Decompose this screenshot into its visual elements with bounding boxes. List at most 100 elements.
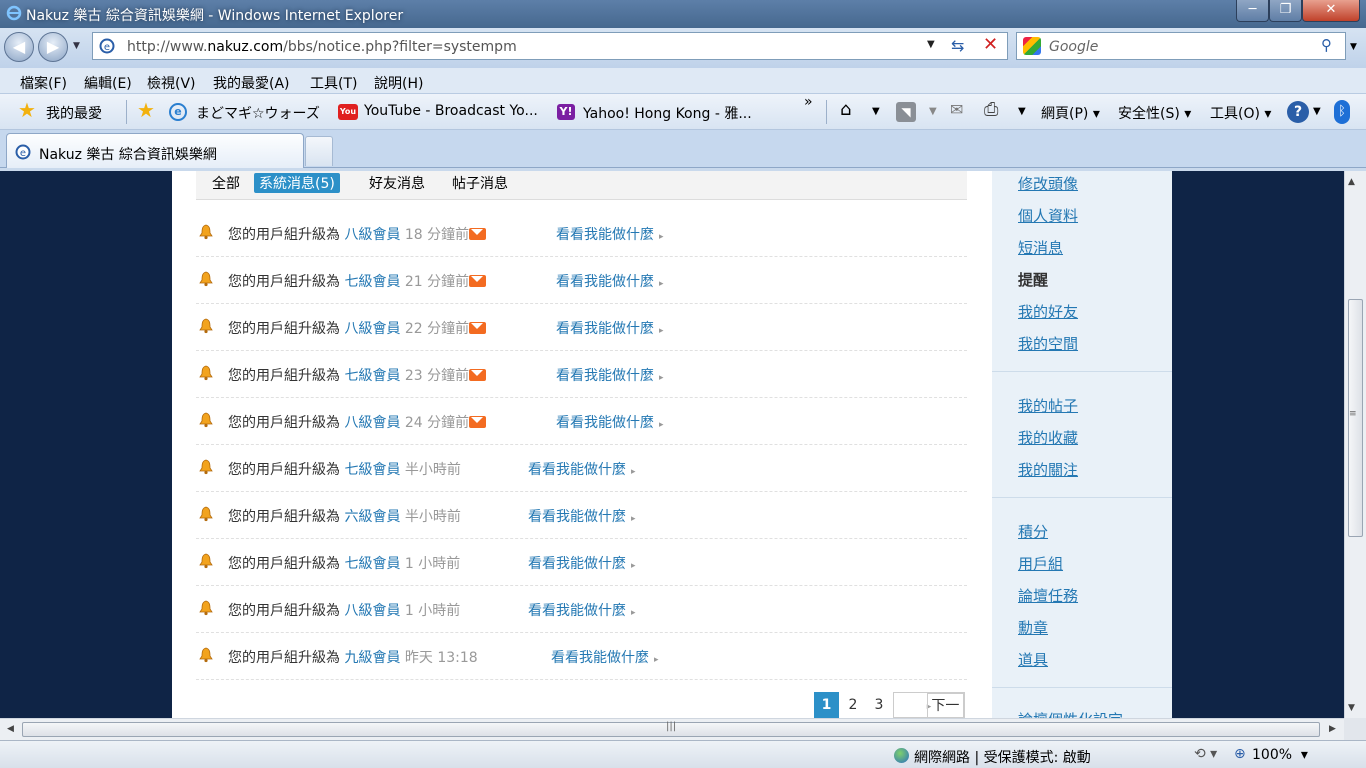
sidebar-link-reminders[interactable]: 提醒 [1018,269,1048,290]
sidebar-link-my-posts[interactable]: 我的帖子 [1018,395,1078,416]
user-group-link[interactable]: 七級會員 [344,274,400,290]
search-box[interactable]: Google ⚲ [1016,32,1346,60]
scroll-right-icon[interactable]: ▶ [1329,724,1336,734]
user-group-link[interactable]: 七級會員 [344,462,400,478]
print-dropdown-icon[interactable]: ▼ [1018,106,1026,117]
feed-dropdown-icon[interactable]: ▼ [929,106,937,117]
menu-favorites[interactable]: 我的最愛(A) [213,73,290,93]
arrow-right-icon: ▸ [659,420,664,430]
menu-view[interactable]: 檢視(V) [147,73,196,93]
address-url[interactable]: http://www.nakuz.com/bbs/notice.php?filt… [127,39,517,55]
home-dropdown-icon[interactable]: ▼ [872,106,880,117]
sidebar-link-personalize[interactable]: 論壇個性化設定 [1018,709,1123,718]
browser-tab-active[interactable]: e Nakuz 樂古 綜合資訊娛樂網 [6,133,304,168]
next-page-link[interactable]: 下一頁 ▸ [893,692,965,718]
tools-menu[interactable]: 工具(O) ▾ [1210,103,1271,123]
stop-icon[interactable]: ✕ [983,34,998,55]
sidebar-link-user-group[interactable]: 用戶組 [1018,553,1063,574]
page-link-1[interactable]: 1 [814,692,839,718]
add-favorite-icon[interactable]: ★ [137,98,155,122]
menu-file[interactable]: 檔案(F) [20,73,67,93]
sidebar-link-profile[interactable]: 個人資料 [1018,205,1078,226]
favorite-link-yahoo[interactable]: Yahoo! Hong Kong - 雅... [583,103,752,123]
what-can-i-do-link[interactable]: 看看我能做什麼 ▸ [528,553,636,573]
close-button[interactable]: ✕ [1302,0,1360,22]
sidebar-link-tasks[interactable]: 論壇任務 [1018,585,1078,606]
scroll-left-icon[interactable]: ◀ [7,724,14,734]
home-icon[interactable]: ⌂ [840,99,851,120]
sidebar-link-medals[interactable]: 勳章 [1018,617,1048,638]
help-icon[interactable]: ? [1287,101,1309,123]
user-sidebar: 修改頭像 個人資料 短消息 提醒 我的好友 我的空間 我的帖子 我的收藏 我的關… [992,171,1172,718]
filter-tab-system[interactable]: 系統消息(5) [254,173,340,193]
page-link-2[interactable]: 2 [841,692,865,718]
sidebar-link-my-space[interactable]: 我的空間 [1018,333,1078,354]
favorites-button[interactable]: 我的最愛 [46,103,102,123]
sidebar-link-credits[interactable]: 積分 [1018,521,1048,542]
sidebar-link-items[interactable]: 道具 [1018,649,1048,670]
search-options-dropdown-icon[interactable]: ▼ [1350,42,1357,52]
minimize-button[interactable]: ─ [1236,0,1269,22]
user-group-link[interactable]: 六級會員 [344,509,400,525]
protected-mode-icon[interactable]: ⟲ ▾ [1194,746,1217,762]
filter-tab-friend[interactable]: 好友消息 [369,173,425,193]
zoom-icon[interactable]: ⊕ [1234,746,1246,762]
sidebar-link-messages[interactable]: 短消息 [1018,237,1063,258]
sidebar-link-change-avatar[interactable]: 修改頭像 [1018,173,1078,194]
notice-time: 半小時前 [400,509,461,525]
rss-feed-icon[interactable]: ◥ [896,102,916,122]
filter-tab-post[interactable]: 帖子消息 [452,173,508,193]
user-group-link[interactable]: 七級會員 [344,368,400,384]
what-can-i-do-link[interactable]: 看看我能做什麼 ▸ [556,318,664,338]
print-icon[interactable]: ⎙ [984,99,998,120]
user-group-link[interactable]: 八級會員 [344,415,400,431]
sidebar-link-favorites[interactable]: 我的收藏 [1018,427,1078,448]
back-button[interactable]: ◀ [4,32,34,62]
favorite-link-madomagi[interactable]: まどマギ☆ウォーズ [196,103,320,123]
user-group-link[interactable]: 八級會員 [344,227,400,243]
what-can-i-do-link[interactable]: 看看我能做什麼 ▸ [528,459,636,479]
what-can-i-do-link[interactable]: 看看我能做什麼 ▸ [556,271,664,291]
what-can-i-do-link[interactable]: 看看我能做什麼 ▸ [556,412,664,432]
bluetooth-icon[interactable]: ᛒ [1334,100,1350,124]
maximize-button[interactable]: ❐ [1269,0,1302,22]
scroll-up-icon[interactable]: ▲ [1348,177,1355,187]
sidebar-link-friends[interactable]: 我的好友 [1018,301,1078,322]
refresh-icon[interactable]: ⇆ [951,36,964,55]
zoom-level[interactable]: 100% ▾ [1252,747,1308,763]
user-group-link[interactable]: 八級會員 [344,321,400,337]
page-link-3[interactable]: 3 [867,692,891,718]
page-icon: e [15,144,31,160]
vertical-scrollbar[interactable]: ▲ ≡ ▼ [1344,171,1366,718]
mail-icon[interactable]: ✉ [950,100,963,119]
menu-help[interactable]: 說明(H) [374,73,423,93]
user-group-link[interactable]: 七級會員 [344,556,400,572]
user-group-link[interactable]: 九級會員 [344,650,400,666]
address-dropdown-icon[interactable]: ▼ [927,39,935,50]
what-can-i-do-link[interactable]: 看看我能做什麼 ▸ [528,506,636,526]
recent-pages-dropdown-icon[interactable]: ▼ [73,41,80,51]
what-can-i-do-link[interactable]: 看看我能做什麼 ▸ [528,600,636,620]
arrow-right-icon: ▸ [631,467,636,477]
more-favorites-chevron[interactable]: » [804,94,813,110]
menu-tools[interactable]: 工具(T) [310,73,357,93]
what-can-i-do-link[interactable]: 看看我能做什麼 ▸ [556,365,664,385]
horizontal-scrollbar[interactable]: ◀ ||| ▶ [0,718,1344,740]
search-icon[interactable]: ⚲ [1321,36,1332,54]
user-group-link[interactable]: 八級會員 [344,603,400,619]
what-can-i-do-link[interactable]: 看看我能做什麼 ▸ [556,224,664,244]
help-dropdown-icon[interactable]: ▼ [1313,106,1321,117]
security-zone-status[interactable]: 網際網路 | 受保護模式: 啟動 [914,747,1091,767]
menu-edit[interactable]: 編輯(E) [84,73,132,93]
address-bar[interactable]: e http://www.nakuz.com/bbs/notice.php?fi… [92,32,1008,60]
what-can-i-do-link[interactable]: 看看我能做什麼 ▸ [551,647,659,667]
forward-button[interactable]: ▶ [38,32,68,62]
safety-menu[interactable]: 安全性(S) ▾ [1118,103,1191,123]
page-menu[interactable]: 網頁(P) ▾ [1041,103,1100,123]
new-tab-button[interactable] [305,136,333,166]
search-input[interactable]: Google [1049,39,1098,55]
filter-tab-all[interactable]: 全部 [212,173,240,193]
sidebar-link-following[interactable]: 我的關注 [1018,459,1078,480]
favorite-link-youtube[interactable]: YouTube - Broadcast Yo... [364,103,538,119]
scroll-down-icon[interactable]: ▼ [1348,703,1355,713]
